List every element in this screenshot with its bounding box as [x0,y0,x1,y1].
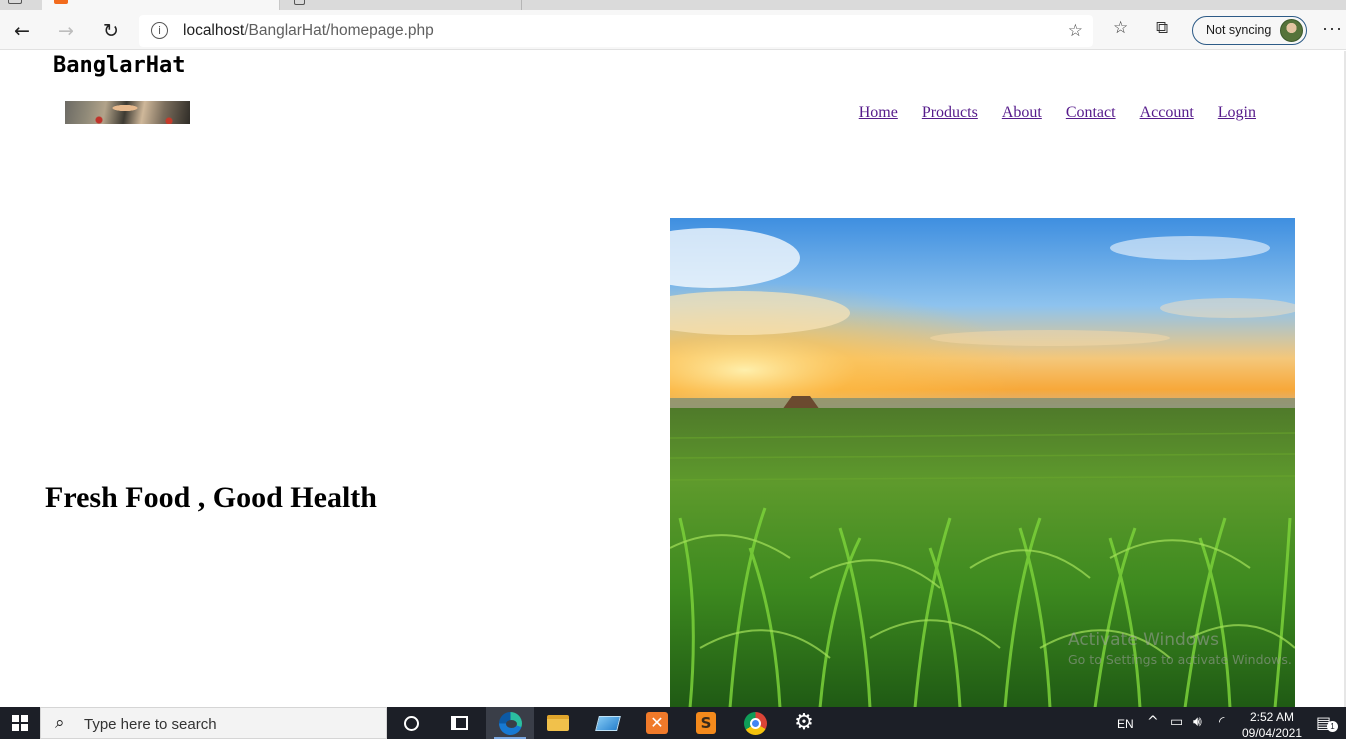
computer-icon [595,715,621,731]
address-host: localhost [183,22,245,39]
taskbar-app-chrome[interactable] [731,707,779,739]
cortana-icon [403,715,419,731]
nav-link-login[interactable]: Login [1218,104,1256,122]
search-placeholder: Type here to search [84,716,217,733]
screen: ← → ↻ i localhost/BanglarHat/homepage.ph… [0,0,1346,739]
nav-link-about[interactable]: About [1002,104,1042,122]
browser-toolbar: ← → ↻ i localhost/BanglarHat/homepage.ph… [0,10,1346,50]
xampp-icon: ✕ [646,712,668,734]
clock-time: 2:52 AM [1249,710,1295,724]
hero-image [670,218,1295,707]
taskbar-app-this-pc[interactable] [584,707,632,739]
favorites-icon[interactable]: ☆ [1113,18,1128,38]
tray-chevron-up-icon[interactable]: ^ [1147,714,1159,730]
cortana-button[interactable] [387,707,435,739]
address-path: /BanglarHat/homepage.php [244,22,434,39]
xampp-favicon-icon [54,0,68,4]
wifi-icon[interactable]: ◜ [1219,714,1224,730]
sublime-text-icon: S [696,712,716,734]
nav-link-home[interactable]: Home [859,104,898,122]
refresh-icon[interactable]: ↻ [97,17,125,45]
taskbar-app-xampp[interactable]: ✕ [633,707,681,739]
tab-new[interactable] [282,0,522,10]
tab-strip [0,0,1346,10]
profile-sync-button[interactable]: Not syncing [1192,16,1307,45]
address-url[interactable]: localhost/BanglarHat/homepage.php [183,22,434,40]
gear-icon: ⚙ [794,710,814,735]
input-language[interactable]: EN [1117,717,1134,731]
site-info-icon[interactable]: i [151,22,168,39]
logo-image [65,101,190,124]
search-icon: ⌕ [55,713,65,733]
start-button[interactable] [0,707,40,739]
battery-icon[interactable]: ▭ [1170,714,1183,730]
tab-active[interactable] [42,0,280,10]
taskbar-app-settings[interactable]: ⚙ [780,707,828,739]
taskbar-app-file-explorer[interactable] [534,707,582,739]
edge-icon [498,711,522,735]
task-view-icon [450,716,468,730]
cornfield-illustration [670,218,1295,707]
back-arrow-icon[interactable]: ← [8,17,36,45]
notification-center-button[interactable]: ▤ 1 [1316,713,1338,733]
web-page: BanglarHat Home Products About Contact A… [0,51,1346,707]
hero-title: Fresh Food , Good Health [45,481,377,514]
taskbar-app-edge[interactable] [486,707,534,739]
tab-actions-icon[interactable] [8,0,22,4]
nav-link-products[interactable]: Products [922,104,978,122]
clock-date: 09/04/2021 [1241,726,1303,739]
taskbar-app-sublime[interactable]: S [682,707,730,739]
address-bar[interactable]: i localhost/BanglarHat/homepage.php ☆ [139,15,1093,47]
main-nav: Home Products About Contact Account Logi… [859,104,1256,122]
windows-logo-icon [12,715,28,731]
page-favicon-icon [294,0,305,5]
taskbar: ⌕ Type here to search ✕ S ⚙ EN ^ ▭ 🔊︎ ◜ … [0,707,1346,739]
add-favorite-icon[interactable]: ☆ [1068,21,1083,41]
notification-badge: 1 [1327,721,1338,732]
forward-arrow-icon[interactable]: → [52,17,80,45]
nav-link-contact[interactable]: Contact [1066,104,1116,122]
avatar [1280,19,1303,42]
task-view-button[interactable] [435,707,483,739]
nav-link-account[interactable]: Account [1140,104,1194,122]
taskbar-search-input[interactable]: ⌕ Type here to search [40,707,387,739]
chrome-icon [743,711,767,735]
sync-status-label: Not syncing [1206,23,1272,37]
volume-icon[interactable]: 🔊︎ [1193,714,1202,730]
system-clock[interactable]: 2:52 AM 09/04/2021 [1240,710,1304,739]
site-brand[interactable]: BanglarHat [53,53,185,78]
folder-icon [547,715,569,731]
collections-icon[interactable]: ⧉ [1156,18,1168,38]
more-options-icon[interactable]: ··· [1322,18,1343,39]
